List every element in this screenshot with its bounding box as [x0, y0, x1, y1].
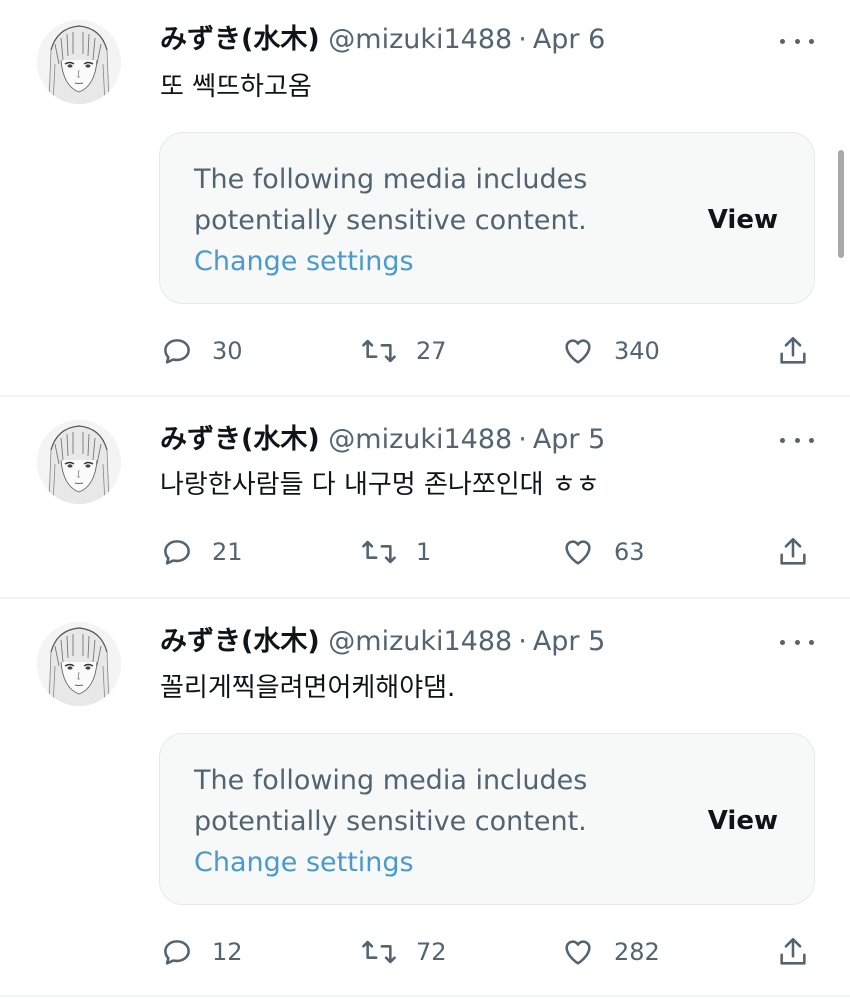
change-settings-link[interactable]: Change settings: [194, 842, 587, 883]
divider: [0, 995, 850, 997]
handle[interactable]: @mizuki1488: [328, 424, 512, 455]
heart-icon: [565, 940, 591, 965]
retweet-icon: [362, 339, 396, 363]
action-bar: 12 72 282: [0, 932, 850, 972]
tweet-text: 나랑한사람들 다 내구멍 존나쪼인대 ㅎㅎ: [160, 470, 600, 500]
timestamp[interactable]: Apr 5: [533, 424, 605, 455]
tweet-header: みずき(水木) @mizuki1488 · Apr 5: [160, 622, 605, 662]
reply-button[interactable]: 30: [160, 331, 243, 371]
display-name[interactable]: みずき(水木): [160, 24, 320, 55]
retweet-count: 1: [416, 538, 432, 566]
reply-count: 21: [212, 538, 243, 566]
share-icon: [780, 937, 806, 965]
retweet-button[interactable]: 1: [360, 532, 431, 572]
tweet-header: みずき(水木) @mizuki1488 · Apr 5: [160, 420, 605, 460]
heart-icon: [565, 540, 591, 565]
like-button[interactable]: 340: [560, 331, 660, 371]
like-count: 282: [614, 938, 660, 966]
avatar[interactable]: [37, 20, 121, 104]
like-button[interactable]: 282: [560, 932, 660, 972]
tweet-text: 또 쎅뜨하고옴: [160, 72, 312, 102]
display-name[interactable]: みずき(水木): [160, 626, 320, 657]
view-button[interactable]: View: [708, 804, 778, 838]
avatar[interactable]: [37, 420, 121, 504]
scrollbar[interactable]: [838, 150, 844, 258]
more-options-icon[interactable]: [780, 31, 814, 51]
reply-count: 30: [212, 337, 243, 365]
handle[interactable]: @mizuki1488: [328, 626, 512, 657]
tweet[interactable]: みずき(水木) @mizuki1488 · Apr 5 꼴리게찍을려면어케해야댐. …: [0, 599, 850, 997]
notice-line-2: potentially sensitive content.: [194, 806, 587, 837]
reply-icon: [164, 940, 190, 965]
heart-icon: [565, 339, 591, 364]
notice-line-1: The following media includes: [194, 765, 588, 796]
display-name[interactable]: みずき(水木): [160, 424, 320, 455]
notice-line-1: The following media includes: [194, 164, 588, 195]
retweet-button[interactable]: 72: [360, 932, 447, 972]
reply-icon: [164, 540, 190, 565]
avatar[interactable]: [37, 622, 121, 706]
separator: ·: [518, 24, 527, 55]
retweet-icon: [362, 940, 396, 964]
action-bar: 30 27 340: [0, 331, 850, 371]
more-options-icon[interactable]: [780, 632, 814, 652]
notice-line-2: potentially sensitive content.: [194, 205, 587, 236]
like-count: 63: [614, 538, 645, 566]
retweet-count: 72: [416, 938, 447, 966]
retweet-button[interactable]: 27: [360, 331, 447, 371]
avatar-image: [37, 622, 121, 706]
change-settings-link[interactable]: Change settings: [194, 241, 587, 282]
sensitive-media-notice: The following media includes potentially…: [159, 132, 815, 304]
share-button[interactable]: [776, 932, 810, 972]
more-options-icon[interactable]: [780, 430, 814, 450]
tweet[interactable]: みずき(水木) @mizuki1488 · Apr 5 나랑한사람들 다 내구멍 존…: [0, 397, 850, 597]
reply-count: 12: [212, 938, 243, 966]
like-button[interactable]: 63: [560, 532, 645, 572]
reply-button[interactable]: 12: [160, 932, 243, 972]
view-button[interactable]: View: [708, 203, 778, 237]
avatar-image: [37, 20, 121, 104]
separator: ·: [518, 424, 527, 455]
share-icon: [780, 537, 806, 565]
share-button[interactable]: [776, 532, 810, 572]
timestamp[interactable]: Apr 6: [533, 24, 605, 55]
share-button[interactable]: [776, 331, 810, 371]
avatar-image: [37, 420, 121, 504]
action-bar: 21 1 63: [0, 532, 850, 572]
tweet-text: 꼴리게찍을려면어케해야댐.: [160, 673, 456, 703]
handle[interactable]: @mizuki1488: [328, 24, 512, 55]
retweet-count: 27: [416, 337, 447, 365]
retweet-icon: [362, 540, 396, 564]
tweet[interactable]: みずき(水木) @mizuki1488 · Apr 6 또 쎅뜨하고옴 The fo…: [0, 0, 850, 396]
sensitive-media-notice: The following media includes potentially…: [159, 733, 815, 905]
share-icon: [780, 336, 806, 364]
timestamp[interactable]: Apr 5: [533, 626, 605, 657]
separator: ·: [518, 626, 527, 657]
reply-button[interactable]: 21: [160, 532, 243, 572]
tweet-header: みずき(水木) @mizuki1488 · Apr 6: [160, 20, 605, 60]
like-count: 340: [614, 337, 660, 365]
reply-icon: [164, 339, 190, 364]
